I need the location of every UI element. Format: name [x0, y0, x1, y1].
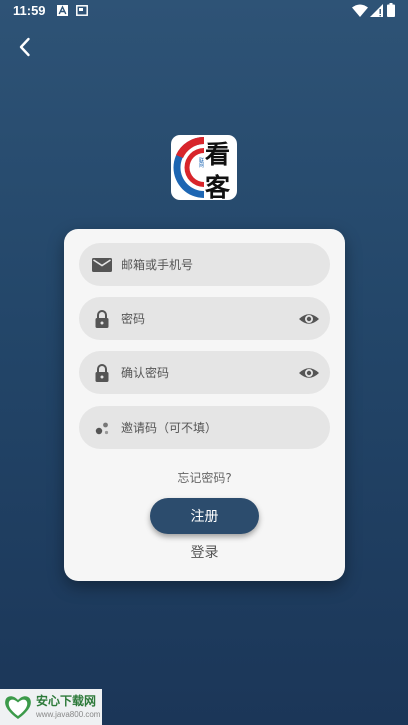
app-logo: 看 客 联网: [171, 135, 237, 200]
battery-icon: [387, 3, 395, 17]
invite-code-field: [79, 406, 330, 449]
password-field: [79, 297, 330, 340]
logo-char-bottom: 客: [205, 173, 231, 200]
logo-small-text: 联网: [199, 158, 205, 169]
mail-icon: [92, 258, 112, 272]
confirm-password-field: [79, 351, 330, 394]
forgot-password-link[interactable]: 忘记密码?: [64, 469, 345, 486]
lock-icon: [95, 364, 109, 382]
cell-signal-icon: [370, 4, 383, 17]
email-field: [79, 243, 330, 286]
a-notification-icon: [57, 5, 68, 16]
lock-icon: [95, 310, 109, 328]
password-input[interactable]: [121, 297, 291, 340]
watermark-text: 安心下载网: [36, 694, 97, 708]
back-button[interactable]: [12, 34, 38, 60]
eye-icon[interactable]: [298, 308, 320, 330]
register-button[interactable]: 注册: [150, 498, 259, 534]
wifi-icon: [352, 4, 368, 17]
watermark-url: www.java800.com: [36, 710, 101, 719]
heart-logo-icon: [5, 696, 31, 719]
logo-char-top: 看: [205, 140, 231, 169]
watermark: 安心下载网 www.java800.com: [0, 689, 102, 725]
eye-icon[interactable]: [298, 362, 320, 384]
status-time: 11:59: [13, 3, 46, 18]
email-input[interactable]: [121, 243, 291, 286]
login-link[interactable]: 登录: [64, 542, 345, 562]
status-bar: 11:59: [0, 0, 408, 24]
screenshot-notification-icon: [76, 5, 88, 16]
register-card: 忘记密码? 注册 登录: [64, 229, 345, 581]
chevron-left-icon: [19, 37, 30, 57]
invite-code-input[interactable]: [121, 406, 291, 449]
confirm-password-input[interactable]: [121, 351, 291, 394]
invite-icon: [95, 422, 109, 435]
